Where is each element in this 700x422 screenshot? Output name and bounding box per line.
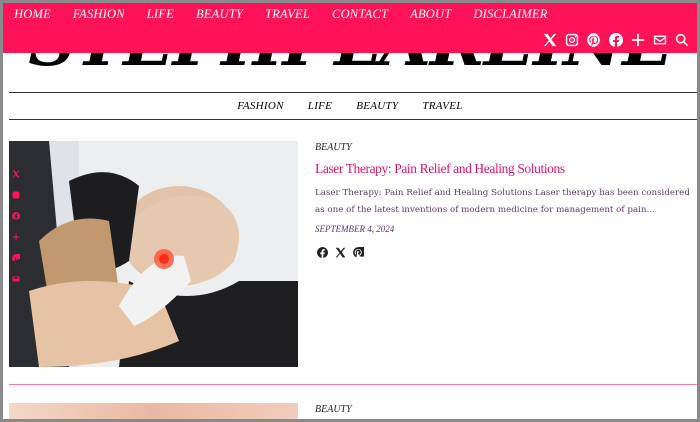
page-frame: STEPHI LAREINE HOME FASHION LIFE BEAUTY … [3, 3, 697, 419]
article-divider [9, 384, 697, 385]
x-icon[interactable] [543, 33, 557, 47]
pinterest-icon[interactable] [353, 247, 364, 258]
email-icon[interactable] [9, 268, 22, 289]
instagram-icon[interactable] [9, 184, 22, 205]
secondary-menu: FASHION LIFE BEAUTY TRAVEL [3, 93, 697, 119]
facebook-icon[interactable] [317, 247, 328, 258]
article-thumbnail[interactable] [9, 403, 298, 419]
nav-contact[interactable]: CONTACT [332, 7, 388, 22]
social-links [543, 29, 697, 51]
search-icon[interactable] [675, 33, 689, 47]
pinterest-icon[interactable] [9, 247, 22, 268]
top-navigation-bar: HOME FASHION LIFE BEAUTY TRAVEL CONTACT … [3, 3, 697, 53]
instagram-icon[interactable] [565, 33, 579, 47]
laser-therapy-photo [9, 141, 298, 367]
nav-beauty[interactable]: BEAUTY [196, 7, 243, 22]
nav-home[interactable]: HOME [14, 7, 51, 22]
floating-share-bar [9, 163, 22, 289]
x-icon[interactable] [335, 247, 346, 258]
subnav-life[interactable]: LIFE [308, 100, 332, 112]
nav-life[interactable]: LIFE [147, 7, 174, 22]
subnav-bottom-rule [9, 119, 697, 120]
nav-travel[interactable]: TRAVEL [265, 7, 310, 22]
article-thumbnail[interactable] [9, 141, 298, 367]
article-title[interactable]: Laser Therapy: Pain Relief and Healing S… [315, 161, 565, 177]
article-share-buttons [317, 247, 371, 258]
article-excerpt: Laser Therapy: Pain Relief and Healing S… [315, 188, 690, 215]
nav-about[interactable]: ABOUT [410, 7, 451, 22]
subnav-travel[interactable]: TRAVEL [422, 100, 462, 112]
subnav-beauty[interactable]: BEAUTY [356, 100, 398, 112]
plus-icon[interactable] [631, 33, 645, 47]
subnav-fashion[interactable]: FASHION [237, 100, 284, 112]
article-date: SEPTEMBER 4, 2024 [315, 224, 395, 234]
article-category[interactable]: BEAUTY [315, 142, 352, 153]
email-icon[interactable] [653, 33, 667, 47]
nav-disclaimer[interactable]: DISCLAIMER [473, 7, 547, 22]
facebook-icon[interactable] [609, 33, 623, 47]
pinterest-icon[interactable] [587, 33, 601, 47]
plus-icon[interactable] [9, 226, 22, 247]
article-category[interactable]: BEAUTY [315, 404, 352, 415]
nav-fashion[interactable]: FASHION [73, 7, 125, 22]
x-icon[interactable] [9, 163, 22, 184]
primary-menu: HOME FASHION LIFE BEAUTY TRAVEL CONTACT … [3, 3, 559, 25]
facebook-icon[interactable] [9, 205, 22, 226]
